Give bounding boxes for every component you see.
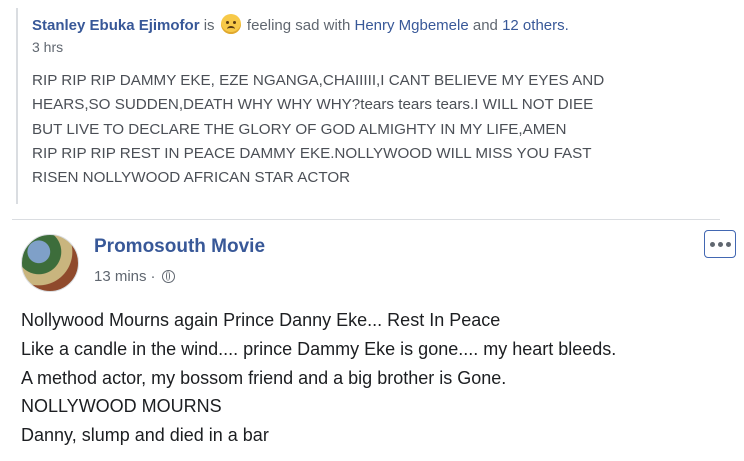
is-word: is — [203, 17, 215, 34]
shared-author-link[interactable]: Stanley Ebuka Ejimofor — [32, 17, 200, 34]
more-options-dot — [725, 241, 731, 247]
shared-post: Stanley Ebuka Ejimofor is feeling sad wi… — [16, 8, 716, 204]
globe-icon[interactable] — [161, 270, 175, 283]
post-body-text: Nollywood Mourns again Prince Danny Eke.… — [21, 310, 617, 446]
more-options-dot — [717, 241, 723, 247]
post: Promosouth Movie 13 mins · Nollywood Mou… — [0, 226, 744, 461]
shared-header: Stanley Ebuka Ejimofor is feeling sad wi… — [32, 14, 716, 36]
tagged-friend-link[interactable]: Henry Mgbemele — [354, 17, 468, 34]
divider — [12, 219, 720, 220]
post-meta: 13 mins · — [94, 268, 175, 285]
post-timestamp[interactable]: 13 mins — [94, 268, 147, 285]
more-options-icon — [709, 241, 715, 247]
shared-timestamp[interactable]: 3 hrs — [32, 39, 716, 55]
meta-separator: · — [150, 268, 156, 285]
others-link[interactable]: 12 others. — [502, 17, 569, 34]
avatar[interactable] — [21, 234, 79, 292]
feeling-text: feeling sad with — [246, 17, 351, 34]
and-word: and — [472, 17, 498, 34]
more-options-button[interactable] — [704, 230, 736, 258]
post-author-link[interactable]: Promosouth Movie — [94, 236, 265, 258]
shared-body-text: RIP RIP RIP DAMMY EKE, EZE NGANGA,CHAIII… — [32, 72, 605, 187]
sad-face-icon — [220, 14, 241, 34]
